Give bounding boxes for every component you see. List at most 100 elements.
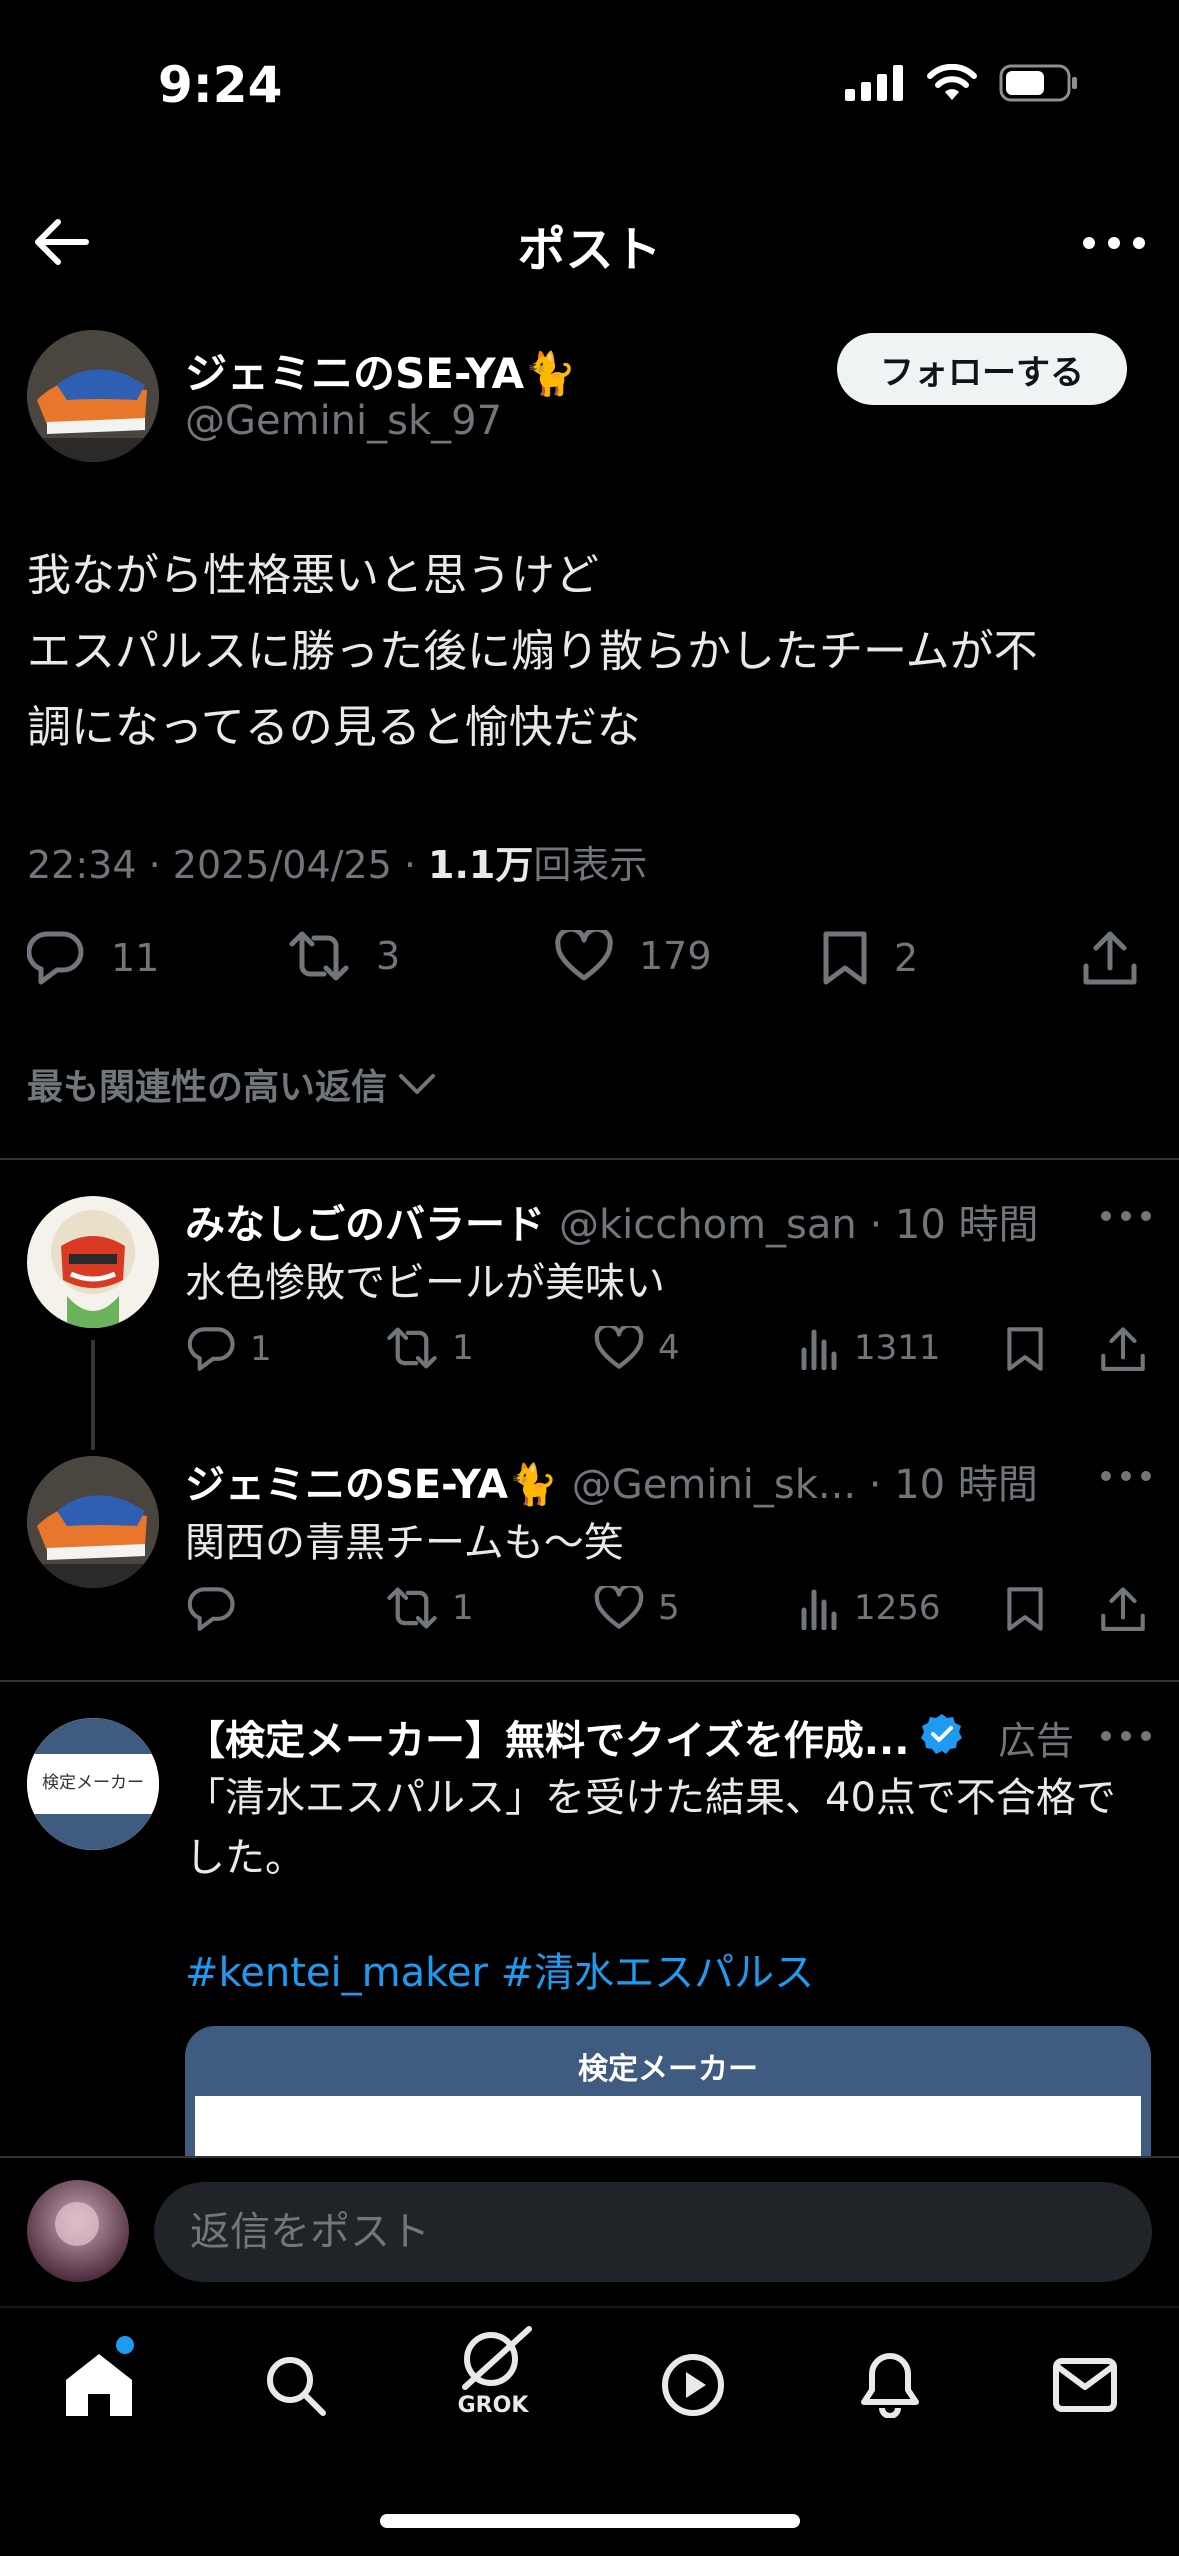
more-options-icon[interactable] bbox=[1096, 1716, 1156, 1756]
reply-sort-dropdown[interactable]: 最も関連性の高い返信 bbox=[27, 1058, 437, 1110]
view-count: 1311 bbox=[854, 1328, 941, 1368]
search-icon bbox=[263, 2353, 327, 2417]
repost-button[interactable]: 1 bbox=[386, 1326, 474, 1370]
ad-title[interactable]: 【検定メーカー】無料でクイズを作成... bbox=[185, 1708, 909, 1766]
reply-time: 10 時間 bbox=[894, 1462, 1038, 1508]
view-count: 1.1万 bbox=[428, 843, 534, 887]
share-button[interactable] bbox=[1082, 930, 1138, 988]
reply-time: 10 時間 bbox=[894, 1202, 1039, 1248]
like-count: 179 bbox=[639, 934, 712, 978]
chevron-down-icon bbox=[397, 1070, 437, 1098]
reply-avatar[interactable] bbox=[27, 1456, 159, 1588]
reply-author-handle[interactable]: @kicchom_san bbox=[559, 1202, 857, 1248]
more-options-icon[interactable] bbox=[1096, 1196, 1156, 1236]
reply-icon bbox=[188, 1586, 236, 1632]
ad-hashtags[interactable]: #kentei_maker #清水エスパルス bbox=[185, 1940, 814, 1998]
more-options-icon[interactable] bbox=[1096, 1456, 1156, 1496]
like-button[interactable]: 5 bbox=[594, 1586, 680, 1630]
tab-messages[interactable] bbox=[1040, 2340, 1130, 2430]
author-avatar[interactable] bbox=[27, 330, 159, 462]
repost-icon bbox=[386, 1586, 438, 1630]
post-meta: 22:34 · 2025/04/25 · 1.1万回表示 bbox=[27, 843, 648, 887]
bell-icon bbox=[859, 2352, 921, 2418]
author-handle[interactable]: @Gemini_sk_97 bbox=[185, 398, 502, 444]
share-button[interactable] bbox=[1100, 1586, 1146, 1634]
repost-button[interactable]: 3 bbox=[288, 930, 400, 982]
divider bbox=[0, 1158, 1179, 1160]
reply-button[interactable] bbox=[188, 1586, 250, 1632]
like-count: 5 bbox=[658, 1588, 680, 1628]
page-title: ポスト bbox=[517, 222, 662, 278]
tab-home[interactable] bbox=[54, 2340, 144, 2430]
view-count: 1256 bbox=[854, 1588, 941, 1628]
reply-button[interactable]: 1 bbox=[188, 1326, 272, 1372]
ad-text: 「清水エスパルス」を受けた結果、40点で不合格でした。 bbox=[185, 1775, 1116, 1881]
author-name[interactable]: ジェミニのSE-YA🐈 bbox=[185, 340, 576, 401]
divider bbox=[0, 1680, 1179, 1682]
home-indicator bbox=[380, 2514, 800, 2528]
like-button[interactable]: 179 bbox=[555, 930, 712, 982]
tab-video[interactable] bbox=[648, 2340, 738, 2430]
heart-icon bbox=[555, 930, 613, 982]
reply-button[interactable]: 11 bbox=[27, 930, 159, 986]
bookmark-icon bbox=[1006, 1326, 1044, 1372]
battery-icon bbox=[999, 64, 1079, 102]
wifi-icon bbox=[927, 64, 977, 102]
post-time: 22:34 bbox=[27, 843, 137, 887]
bookmark-button[interactable]: 2 bbox=[822, 930, 918, 986]
grok-icon bbox=[451, 2325, 535, 2391]
reply-author-name[interactable]: みなしごのバラード bbox=[185, 1192, 545, 1250]
repost-count: 1 bbox=[452, 1328, 474, 1368]
reply-avatar[interactable] bbox=[27, 1196, 159, 1328]
thread-line bbox=[91, 1340, 95, 1450]
tab-grok[interactable]: GROK bbox=[448, 2325, 538, 2418]
view-label: 回表示 bbox=[533, 843, 648, 887]
bookmark-count: 2 bbox=[894, 936, 919, 980]
heart-icon bbox=[594, 1586, 644, 1630]
home-icon bbox=[64, 2352, 134, 2418]
repost-icon bbox=[288, 930, 350, 982]
mail-icon bbox=[1052, 2357, 1118, 2413]
more-options-icon[interactable] bbox=[1079, 215, 1149, 271]
bookmark-button[interactable] bbox=[1006, 1326, 1044, 1372]
like-button[interactable]: 4 bbox=[594, 1326, 680, 1370]
reply-input[interactable] bbox=[154, 2182, 1152, 2282]
verified-badge-icon bbox=[920, 1712, 964, 1756]
tab-search[interactable] bbox=[250, 2340, 340, 2430]
ad-avatar[interactable]: 検定メーカー bbox=[27, 1718, 159, 1850]
follow-button[interactable]: フォローする bbox=[837, 333, 1127, 405]
like-count: 4 bbox=[658, 1328, 680, 1368]
reply-author-handle[interactable]: @Gemini_sk... bbox=[572, 1462, 856, 1508]
bookmark-button[interactable] bbox=[1006, 1586, 1044, 1632]
reply-header: みなしごのバラード @kicchom_san · 10 時間 bbox=[185, 1192, 1039, 1250]
cellular-signal-icon bbox=[845, 65, 905, 101]
repost-count: 1 bbox=[452, 1588, 474, 1628]
post-text: 我ながら性格悪いと思うけど エスパルスに勝った後に煽り散らかしたチームが不 調に… bbox=[27, 538, 1157, 766]
ad-avatar-text: 検定メーカー bbox=[42, 1773, 144, 1793]
bookmark-icon bbox=[1006, 1586, 1044, 1632]
reply-icon bbox=[27, 930, 85, 986]
reply-icon bbox=[188, 1326, 236, 1372]
tab-notifications[interactable] bbox=[845, 2340, 935, 2430]
status-time: 9:24 bbox=[158, 56, 283, 114]
reply-sort-label: 最も関連性の高い返信 bbox=[27, 1067, 388, 1108]
repost-button[interactable]: 1 bbox=[386, 1586, 474, 1630]
views-button[interactable]: 1256 bbox=[800, 1586, 941, 1630]
reply-header: ジェミニのSE-YA🐈 @Gemini_sk... · 10 時間 bbox=[185, 1452, 1038, 1510]
post-text-line: エスパルスに勝った後に煽り散らかしたチームが不 bbox=[27, 626, 1038, 677]
repost-icon bbox=[386, 1326, 438, 1370]
post-text-line: 我ながら性格悪いと思うけど bbox=[27, 550, 599, 601]
ad-card[interactable]: 検定メーカー bbox=[185, 2026, 1151, 2158]
reply-author-name[interactable]: ジェミニのSE-YA🐈 bbox=[185, 1452, 558, 1510]
notification-dot bbox=[116, 2336, 134, 2354]
play-circle-icon bbox=[660, 2352, 726, 2418]
bookmark-icon bbox=[822, 930, 868, 986]
post-text-line: 調になってるの見ると愉快だな bbox=[27, 702, 641, 753]
reply-count: 11 bbox=[111, 936, 160, 980]
share-button[interactable] bbox=[1100, 1326, 1146, 1374]
my-avatar[interactable] bbox=[27, 2180, 129, 2282]
views-button[interactable]: 1311 bbox=[800, 1326, 941, 1370]
ad-card-title: 検定メーカー bbox=[578, 2052, 758, 2087]
repost-count: 3 bbox=[376, 934, 401, 978]
post-date: 2025/04/25 bbox=[172, 843, 392, 887]
